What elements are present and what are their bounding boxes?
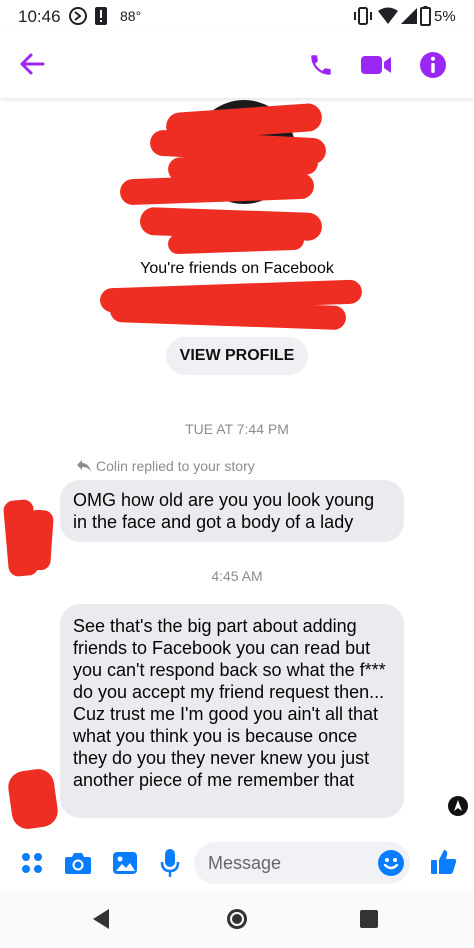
navigation-status-icon [68,6,88,31]
redaction-mark [23,509,55,571]
gallery-icon [113,852,137,874]
reply-note-text: Colin replied to your story [96,458,255,474]
battery-icon [420,6,431,31]
message-bubble[interactable]: OMG how old are you you look young in th… [60,480,404,542]
system-recents-button[interactable] [354,904,384,934]
battery-percent: 5% [434,8,456,25]
back-button[interactable] [14,46,50,82]
redaction-mark [119,172,315,206]
seen-indicator-icon [454,800,462,811]
timestamp: 4:45 AM [211,568,263,584]
home-nav-icon [227,909,247,929]
alert-status-icon [94,6,108,31]
video-icon [361,56,391,74]
apps-button[interactable] [18,848,46,878]
call-button[interactable] [304,48,338,82]
info-button[interactable] [416,48,450,82]
gallery-button[interactable] [110,848,140,878]
seen-avatar [448,796,468,816]
conversation-header [0,32,474,98]
reply-note: Colin replied to your story [76,456,255,476]
status-time: 10:46 [18,7,61,26]
emoji-button[interactable] [376,848,406,878]
status-bar: 10:46 88° 5% [0,0,474,32]
message-text: See that's the big part about adding fri… [73,616,386,790]
like-button[interactable] [428,846,460,878]
signal-icon [400,7,418,30]
redaction-mark [6,767,60,831]
wifi-icon [378,7,398,30]
friends-status-text: You're friends on Facebook [140,260,334,277]
view-profile-button[interactable]: VIEW PROFILE [166,337,308,375]
redaction-mark [167,229,305,255]
recents-nav-icon [360,910,378,928]
temperature-text: 88° [120,8,142,24]
phone-icon [311,55,331,75]
apps-icon [22,853,42,873]
info-icon [420,52,446,78]
message-placeholder: Message [208,853,282,873]
timestamp: TUE AT 7:44 PM [185,421,289,437]
system-back-button[interactable] [86,904,116,934]
camera-button[interactable] [62,848,94,878]
arrow-left-icon [20,53,45,75]
message-text: OMG how old are you you look young in th… [73,490,375,532]
emoji-icon [378,850,404,876]
video-call-button[interactable] [358,48,394,82]
voice-button[interactable] [156,846,184,880]
vibrate-icon [352,7,374,30]
system-nav-bar [0,890,474,948]
camera-icon [65,853,91,874]
system-home-button[interactable] [222,904,252,934]
message-bubble[interactable]: See that's the big part about adding fri… [60,604,404,818]
thumbs-up-icon [431,850,457,874]
back-nav-icon [93,909,109,929]
mic-icon [160,849,180,877]
reply-icon [77,460,91,472]
